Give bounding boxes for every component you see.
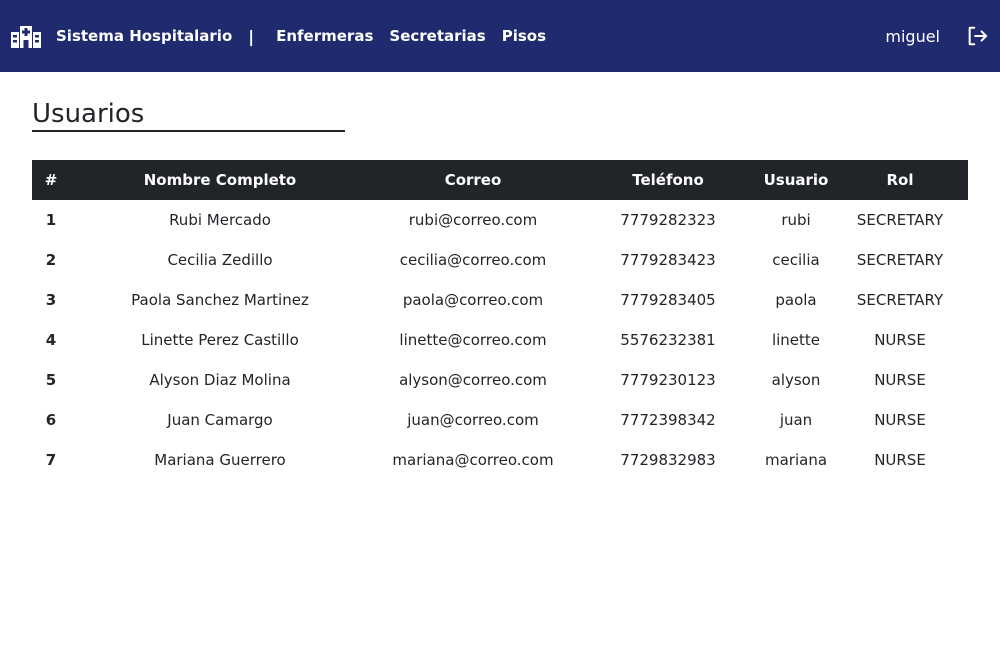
table-body: 1 Rubi Mercado rubi@correo.com 777928232…: [32, 200, 968, 480]
cell-role: NURSE: [874, 331, 926, 349]
column-header-name: Nombre Completo: [70, 160, 370, 200]
cell-email: linette@correo.com: [399, 331, 547, 349]
cell-email: alyson@correo.com: [399, 371, 547, 389]
cell-name: Linette Perez Castillo: [141, 331, 299, 349]
cell-username: linette: [771, 331, 821, 349]
cell-email: juan@correo.com: [407, 411, 539, 429]
table-row: 5 Alyson Diaz Molina alyson@correo.com 7…: [32, 360, 968, 400]
cell-role: SECRETARY: [856, 291, 944, 309]
cell-role: NURSE: [874, 451, 926, 469]
logout-icon[interactable]: [966, 25, 988, 47]
cell-role: SECRETARY: [856, 211, 944, 229]
column-header-index: #: [32, 160, 70, 200]
cell-name: Paola Sanchez Martinez: [131, 291, 309, 309]
page-title: Usuarios: [32, 98, 345, 132]
column-header-username: Usuario: [760, 160, 832, 200]
column-header-email: Correo: [370, 160, 576, 200]
cell-index: 1: [45, 211, 57, 229]
table-row: 4 Linette Perez Castillo linette@correo.…: [32, 320, 968, 360]
cell-index: 3: [45, 291, 57, 309]
cell-name: Alyson Diaz Molina: [149, 371, 291, 389]
table-row: 1 Rubi Mercado rubi@correo.com 777928232…: [32, 200, 968, 240]
current-user-name: miguel: [885, 26, 940, 46]
hospital-icon: [10, 24, 42, 48]
main-content: Usuarios # Nombre Completo Correo Teléfo…: [0, 98, 1000, 480]
cell-username: juan: [779, 411, 813, 429]
cell-username: cecilia: [772, 251, 820, 269]
cell-phone: 7779282323: [620, 211, 716, 229]
cell-phone: 5576232381: [620, 331, 716, 349]
cell-email: mariana@correo.com: [392, 451, 554, 469]
cell-phone: 7779283405: [620, 291, 716, 309]
table-row: 3 Paola Sanchez Martinez paola@correo.co…: [32, 280, 968, 320]
brand-link[interactable]: Sistema Hospitalario: [10, 24, 232, 48]
cell-index: 2: [45, 251, 57, 269]
cell-role: NURSE: [874, 411, 926, 429]
cell-name: Cecilia Zedillo: [167, 251, 273, 269]
cell-phone: 7729832983: [620, 451, 716, 469]
nav-link-enfermeras[interactable]: Enfermeras: [276, 27, 373, 45]
cell-email: rubi@correo.com: [408, 211, 538, 229]
column-header-phone: Teléfono: [576, 160, 760, 200]
cell-role: NURSE: [874, 371, 926, 389]
cell-index: 5: [45, 371, 57, 389]
cell-index: 4: [45, 331, 57, 349]
cell-name: Mariana Guerrero: [154, 451, 286, 469]
cell-username: paola: [775, 291, 817, 309]
cell-username: alyson: [771, 371, 821, 389]
cell-phone: 7772398342: [620, 411, 716, 429]
nav-link-secretarias[interactable]: Secretarias: [389, 27, 485, 45]
cell-phone: 7779230123: [620, 371, 716, 389]
cell-role: SECRETARY: [856, 251, 944, 269]
table-row: 6 Juan Camargo juan@correo.com 777239834…: [32, 400, 968, 440]
cell-email: paola@correo.com: [402, 291, 544, 309]
cell-name: Juan Camargo: [167, 411, 273, 429]
cell-name: Rubi Mercado: [169, 211, 271, 229]
cell-email: cecilia@correo.com: [399, 251, 547, 269]
cell-username: mariana: [764, 451, 828, 469]
cell-username: rubi: [781, 211, 811, 229]
nav-link-pisos[interactable]: Pisos: [502, 27, 546, 45]
column-header-role: Rol: [832, 160, 968, 200]
users-table: # Nombre Completo Correo Teléfono Usuari…: [32, 160, 968, 480]
cell-index: 7: [45, 451, 57, 469]
cell-index: 6: [45, 411, 57, 429]
cell-phone: 7779283423: [620, 251, 716, 269]
table-row: 2 Cecilia Zedillo cecilia@correo.com 777…: [32, 240, 968, 280]
table-header: # Nombre Completo Correo Teléfono Usuari…: [32, 160, 968, 200]
top-navbar: Sistema Hospitalario | Enfermeras Secret…: [0, 0, 1000, 72]
table-row: 7 Mariana Guerrero mariana@correo.com 77…: [32, 440, 968, 480]
brand-title: Sistema Hospitalario: [56, 27, 233, 45]
nav-separator: |: [248, 26, 255, 46]
